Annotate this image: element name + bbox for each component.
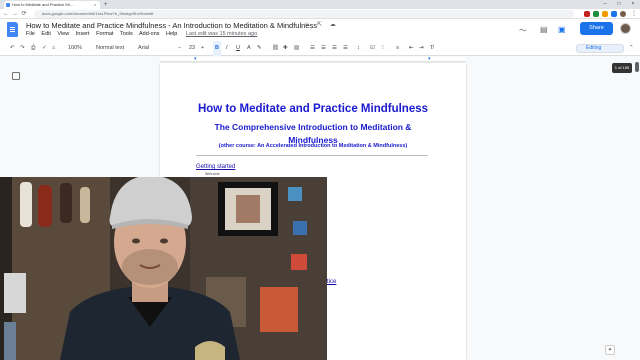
browser-tab[interactable]: How to Meditate and Practice Mi... <box>4 1 100 9</box>
horizontal-rule <box>196 155 428 156</box>
present-icon[interactable]: ▣ <box>558 25 566 34</box>
page-count-badge: 1 of 159 <box>612 63 632 73</box>
bold-icon[interactable]: B <box>213 41 221 56</box>
font-select[interactable]: Arial <box>138 41 149 56</box>
paint-format-icon[interactable]: ⌂ <box>52 41 55 56</box>
toc-link-getting-started[interactable]: Getting started <box>196 164 235 170</box>
share-label: Share <box>589 25 604 31</box>
clear-format-icon[interactable]: T̸ <box>430 41 433 56</box>
image-icon[interactable]: ▨ <box>294 41 299 56</box>
menu-format[interactable]: Format <box>96 31 113 37</box>
webcam-overlay <box>0 177 327 360</box>
browser-menu-icon[interactable]: ⋮ <box>630 9 638 19</box>
numbered-list-icon[interactable]: ≡ <box>396 41 399 56</box>
print-icon[interactable]: ⎙ <box>31 41 35 56</box>
spellcheck-icon[interactable]: ✓ <box>42 41 47 56</box>
menu-file[interactable]: File <box>26 31 35 37</box>
tab-title: How to Meditate and Practice Mi... <box>12 2 73 7</box>
back-button[interactable]: ← <box>2 9 10 19</box>
toc-link-welcome[interactable]: Welcome <box>205 172 220 176</box>
italic-icon[interactable]: I <box>226 41 228 56</box>
underline-icon[interactable]: U <box>236 41 240 56</box>
document-title[interactable]: How to Meditate and Practice Mindfulness… <box>26 21 317 30</box>
text-color-icon[interactable]: A <box>247 41 251 56</box>
checklist-icon[interactable]: ☑ <box>370 41 375 56</box>
docs-logo-icon[interactable] <box>7 22 18 37</box>
comments-icon[interactable]: ▤ <box>540 25 548 34</box>
menu-tools[interactable]: Tools <box>120 31 133 37</box>
editing-mode-select[interactable]: Editing <box>576 44 624 53</box>
heading-title[interactable]: How to Meditate and Practice Mindfulness <box>196 103 430 115</box>
browser-tab-strip: How to Meditate and Practice Mi... × + –… <box>0 0 640 9</box>
heading-other-course[interactable]: (other course: An Accelerated Introducti… <box>186 143 440 149</box>
extension-icon[interactable] <box>611 11 617 17</box>
extension-icon[interactable] <box>584 11 590 17</box>
scrollbar-thumb[interactable] <box>635 62 639 72</box>
zoom-select[interactable]: 100% <box>68 41 82 56</box>
menu-view[interactable]: View <box>57 31 69 37</box>
url-text: docs.google.com/document/d/1ssLFlnwYb_9k… <box>42 11 154 16</box>
explore-button[interactable]: ✦ <box>605 345 615 355</box>
right-indent-marker-icon[interactable]: ▾ <box>428 56 431 62</box>
collapse-icon[interactable]: ⌃ <box>629 41 634 56</box>
avatar[interactable] <box>620 23 631 34</box>
profile-avatar[interactable] <box>620 11 626 17</box>
font-size-input[interactable]: 23 <box>189 41 195 56</box>
address-bar[interactable]: docs.google.com/document/d/1ssLFlnwYb_9k… <box>34 10 574 18</box>
ruler[interactable]: ▾ ▾ <box>160 56 466 62</box>
comment-icon[interactable]: ✚ <box>283 41 288 56</box>
docs-header: How to Meditate and Practice Mindfulness… <box>0 19 640 41</box>
align-right-icon[interactable]: ☰ <box>332 41 337 56</box>
redo-icon[interactable]: ↷ <box>20 41 25 56</box>
activity-icon[interactable]: 〜 <box>519 25 527 36</box>
new-tab-button[interactable]: + <box>104 1 108 9</box>
font-size-decrease-icon[interactable]: − <box>178 41 181 56</box>
toc-link-partial[interactable]: tice <box>327 279 336 285</box>
font-size-increase-icon[interactable]: + <box>201 41 204 56</box>
highlight-icon[interactable]: ✎ <box>257 41 262 56</box>
docs-favicon-icon <box>6 3 10 7</box>
last-edit-link[interactable]: Last edit was 15 minutes ago <box>186 31 257 37</box>
reload-button[interactable]: ⟳ <box>20 9 28 19</box>
title-actions[interactable]: ☆ ⇱ ☁ <box>304 21 339 28</box>
extension-icon[interactable] <box>593 11 599 17</box>
insert-link-icon[interactable]: ⛓ <box>272 41 279 56</box>
justify-icon[interactable]: ☰ <box>343 41 348 56</box>
menu-help[interactable]: Help <box>166 31 177 37</box>
menu-insert[interactable]: Insert <box>76 31 90 37</box>
bulleted-list-icon[interactable]: ⁝ <box>382 41 384 56</box>
forward-button[interactable]: → <box>11 9 19 19</box>
close-window-button[interactable]: × <box>626 0 640 9</box>
decrease-indent-icon[interactable]: ⇤ <box>409 41 414 56</box>
increase-indent-icon[interactable]: ⇥ <box>419 41 424 56</box>
line-spacing-icon[interactable]: ↕ <box>357 41 360 56</box>
outline-icon[interactable] <box>12 72 20 80</box>
extension-icon[interactable] <box>602 11 608 17</box>
webcam-video-frame <box>0 177 327 360</box>
undo-icon[interactable]: ↶ <box>10 41 15 56</box>
browser-toolbar: ← → ⟳ docs.google.com/document/d/1ssLFln… <box>0 9 640 19</box>
align-center-icon[interactable]: ☰ <box>321 41 326 56</box>
indent-marker-icon[interactable]: ▾ <box>194 56 197 62</box>
menu-addons[interactable]: Add-ons <box>139 31 160 37</box>
formatting-toolbar: ↶ ↷ ⎙ ✓ ⌂ 100% Normal text Arial − 23 + … <box>0 41 640 56</box>
menu-bar: File Edit View Insert Format Tools Add-o… <box>26 31 262 37</box>
tab-close-icon[interactable]: × <box>94 1 96 9</box>
style-select[interactable]: Normal text <box>96 41 124 56</box>
align-left-icon[interactable]: ☰ <box>310 41 315 56</box>
share-button[interactable]: Share <box>580 22 613 35</box>
maximize-button[interactable]: □ <box>612 0 626 9</box>
editing-label: Editing <box>586 45 602 51</box>
menu-edit[interactable]: Edit <box>41 31 50 37</box>
minimize-button[interactable]: – <box>598 0 612 9</box>
